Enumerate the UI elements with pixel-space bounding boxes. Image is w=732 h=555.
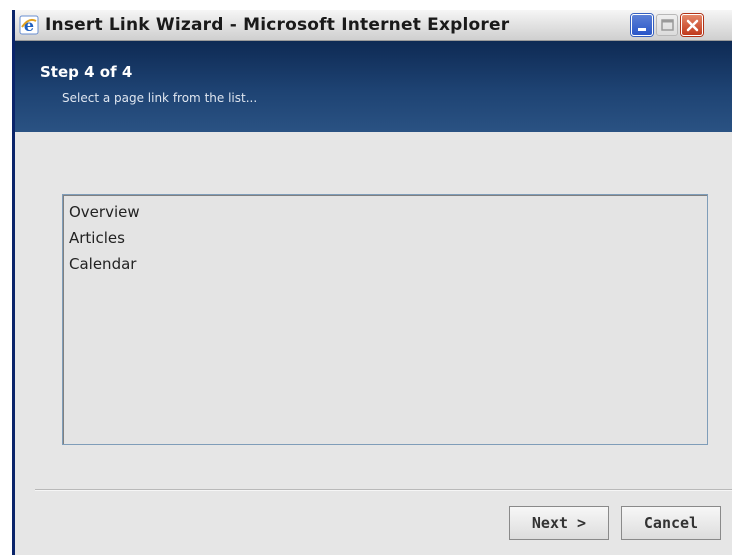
cancel-button[interactable]: Cancel [621,506,721,540]
next-button[interactable]: Next > [509,506,609,540]
title-bar[interactable]: e Insert Link Wizard - Microsoft Interne… [15,10,732,41]
wizard-content: Overview Articles Calendar Next > Cancel [15,132,732,555]
step-indicator: Step 4 of 4 [40,63,133,81]
page-link-list[interactable]: Overview Articles Calendar [62,194,708,445]
close-button[interactable] [681,14,703,36]
minimize-icon [638,28,646,31]
list-item-articles[interactable]: Articles [63,225,707,251]
maximize-button[interactable] [656,14,678,36]
step-instruction: Select a page link from the list... [62,91,258,105]
window-title: Insert Link Wizard - Microsoft Internet … [45,15,510,35]
wizard-window: e Insert Link Wizard - Microsoft Interne… [12,10,732,555]
footer-divider [35,489,732,491]
internet-explorer-icon: e [19,15,39,35]
list-item-calendar[interactable]: Calendar [63,251,707,277]
close-icon [686,19,699,32]
list-item-overview[interactable]: Overview [63,199,707,225]
maximize-icon [661,19,674,31]
wizard-header: Step 4 of 4 Select a page link from the … [15,41,732,132]
svg-text:e: e [24,16,34,35]
minimize-button[interactable] [631,14,653,36]
